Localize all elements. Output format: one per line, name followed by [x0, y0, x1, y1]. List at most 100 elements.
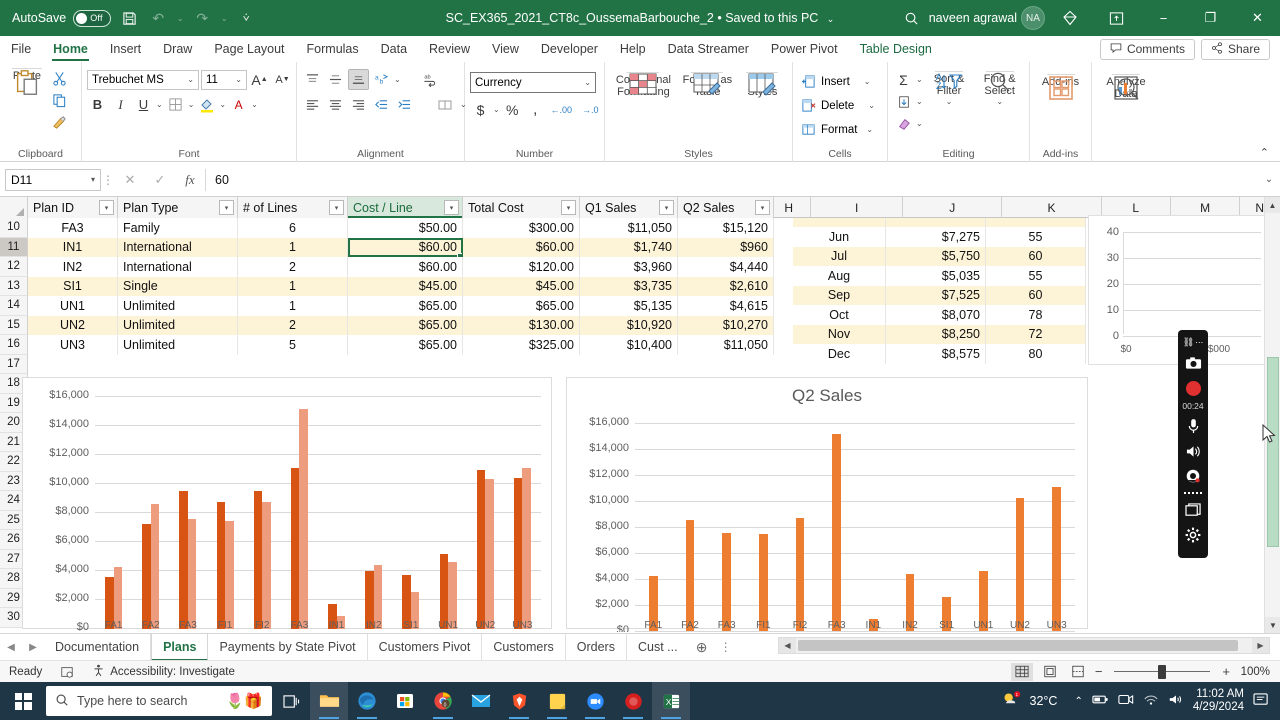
cell-plan-type[interactable]: Family	[118, 218, 238, 238]
accessibility-status[interactable]: Accessibility: Investigate	[83, 664, 244, 680]
sheet-tab-customers-pivot[interactable]: Customers Pivot	[368, 633, 483, 661]
bar[interactable]	[832, 434, 842, 631]
table-header-plan-id[interactable]: Plan ID ▾	[28, 197, 118, 218]
close-button[interactable]: ✕	[1235, 0, 1280, 36]
flowers-gift-icon[interactable]: 🌷🎁	[226, 692, 263, 710]
cell-cost-line[interactable]: $65.00	[348, 296, 463, 316]
font-color-dropdown-icon[interactable]: ⌄	[251, 100, 258, 109]
volume-icon[interactable]	[1168, 693, 1184, 709]
screen-recorder-icon[interactable]	[614, 682, 652, 720]
insert-dropdown-icon[interactable]: ⌄	[864, 77, 871, 86]
cell-plan-type[interactable]: Unlimited	[118, 296, 238, 316]
number-format-dropdown-icon[interactable]: ⌄	[584, 78, 591, 87]
analyze-data-button[interactable]: Analyze Data	[1097, 72, 1155, 101]
font-color-icon[interactable]: A	[228, 94, 249, 115]
battery-icon[interactable]	[1092, 693, 1109, 709]
cell-q2-sales[interactable]: $4,440	[678, 257, 774, 277]
microsoft-edge-icon[interactable]	[348, 682, 386, 720]
windows-start-icon[interactable]	[0, 682, 46, 720]
scroll-left-icon[interactable]: ◀	[779, 638, 796, 653]
orientation-icon[interactable]: ab	[371, 69, 392, 90]
filter-dropdown-icon[interactable]: ▾	[444, 200, 459, 215]
row-header-17[interactable]: 17	[0, 354, 28, 374]
addins-button[interactable]: Add-ins	[1035, 72, 1086, 100]
redo-icon[interactable]: ↷	[191, 7, 213, 29]
zoom-slider-thumb[interactable]	[1158, 664, 1167, 679]
insert-function-icon[interactable]: fx	[175, 172, 205, 188]
font-size-input[interactable]: 11 ⌄	[201, 69, 247, 90]
zoom-icon[interactable]	[576, 682, 614, 720]
cell-q2-sales[interactable]: $2,610	[678, 276, 774, 296]
borders-icon[interactable]	[165, 94, 186, 115]
sheet-tab-plans[interactable]: Plans	[151, 633, 209, 661]
conditional-formatting-button[interactable]: Conditional Formatting	[610, 70, 677, 99]
record-button-icon[interactable]	[1180, 376, 1206, 400]
cell-amount[interactable]: $5,750	[886, 246, 986, 266]
cell-amount[interactable]: $7,525	[886, 285, 986, 305]
undo-dropdown-icon[interactable]: ⌄	[176, 7, 184, 29]
cell-total-cost[interactable]: $130.00	[463, 315, 580, 335]
row-header-10[interactable]: 10	[0, 218, 28, 238]
microsoft-365-icon[interactable]	[1047, 0, 1092, 36]
filter-dropdown-icon[interactable]: ▾	[99, 200, 114, 215]
cell-num-lines[interactable]: 1	[238, 237, 348, 257]
table-header-q2-sales[interactable]: Q2 Sales ▾	[678, 197, 774, 218]
ribbon-display-options-icon[interactable]	[1094, 0, 1139, 36]
cancel-icon[interactable]: ✕	[115, 172, 145, 188]
enter-icon[interactable]: ✓	[145, 172, 175, 188]
search-icon[interactable]	[897, 11, 927, 26]
align-left-icon[interactable]	[302, 94, 323, 115]
bar[interactable]	[722, 533, 732, 631]
format-dropdown-icon[interactable]: ⌄	[866, 125, 873, 134]
cell-month[interactable]: Aug	[793, 266, 886, 286]
cell-q2-sales[interactable]: $960	[678, 237, 774, 257]
underline-button[interactable]: U	[133, 94, 154, 115]
fill-color-dropdown-icon[interactable]: ⌄	[219, 100, 226, 109]
name-box-dropdown-icon[interactable]: ▾	[91, 175, 95, 184]
cell-cost-line[interactable]: $65.00	[348, 335, 463, 355]
share-button[interactable]: Share	[1200, 38, 1270, 60]
table-header-num-lines[interactable]: # of Lines ▾	[238, 197, 348, 218]
file-explorer-icon[interactable]	[310, 682, 348, 720]
tab-formulas[interactable]: Formulas	[296, 36, 370, 62]
insert-cells-button[interactable]: Insert ⌄	[798, 71, 870, 92]
cell-num-lines[interactable]: 2	[238, 257, 348, 277]
cell-num-lines[interactable]: 1	[238, 296, 348, 316]
tab-table-design[interactable]: Table Design	[849, 36, 943, 62]
cell-cost-line-selected[interactable]: $60.00	[348, 237, 463, 257]
cell-num-lines[interactable]: 1	[238, 276, 348, 296]
name-box[interactable]: D11 ▾	[5, 168, 101, 191]
cell-amount[interactable]: $8,575	[886, 344, 986, 364]
cell-count-partial[interactable]	[986, 218, 1086, 227]
cell-num-lines[interactable]: 6	[238, 218, 348, 238]
cell-q1-sales[interactable]: $1,740	[580, 237, 678, 257]
cell-total-cost[interactable]: $325.00	[463, 335, 580, 355]
bold-button[interactable]: B	[87, 94, 108, 115]
microsoft-store-icon[interactable]	[386, 682, 424, 720]
bar[interactable]	[758, 534, 768, 631]
bar[interactable]	[290, 468, 300, 629]
formula-input[interactable]: 60	[205, 168, 1258, 191]
cut-icon[interactable]	[49, 68, 70, 89]
format-as-table-button[interactable]: Format as Table	[679, 70, 736, 99]
tab-data[interactable]: Data	[370, 36, 418, 62]
tab-file[interactable]: File	[0, 36, 42, 62]
settings-gear-icon[interactable]	[1180, 523, 1206, 547]
bar[interactable]	[685, 519, 695, 631]
cell-plan-type[interactable]: Single	[118, 276, 238, 296]
align-middle-icon[interactable]	[325, 69, 346, 90]
autosum-icon[interactable]: Σ	[893, 69, 914, 90]
cell-plan-id[interactable]: UN3	[28, 335, 118, 355]
number-format-select[interactable]: Currency ⌄	[470, 72, 596, 93]
cell-q1-sales[interactable]: $10,400	[580, 335, 678, 355]
cell-month[interactable]: Jul	[793, 246, 886, 266]
cell-plan-type[interactable]: International	[118, 237, 238, 257]
cell-count[interactable]: 60	[986, 285, 1086, 305]
table-header-plan-type[interactable]: Plan Type ▾	[118, 197, 238, 218]
google-chrome-icon[interactable]: 0	[424, 682, 462, 720]
sheet-tab-cust-more[interactable]: Cust ...	[627, 634, 689, 661]
cell-count[interactable]: 80	[986, 344, 1086, 364]
cell-cost-line[interactable]: $60.00	[348, 257, 463, 277]
page-break-preview-icon[interactable]	[1067, 663, 1089, 681]
filter-dropdown-icon[interactable]: ▾	[329, 200, 344, 215]
